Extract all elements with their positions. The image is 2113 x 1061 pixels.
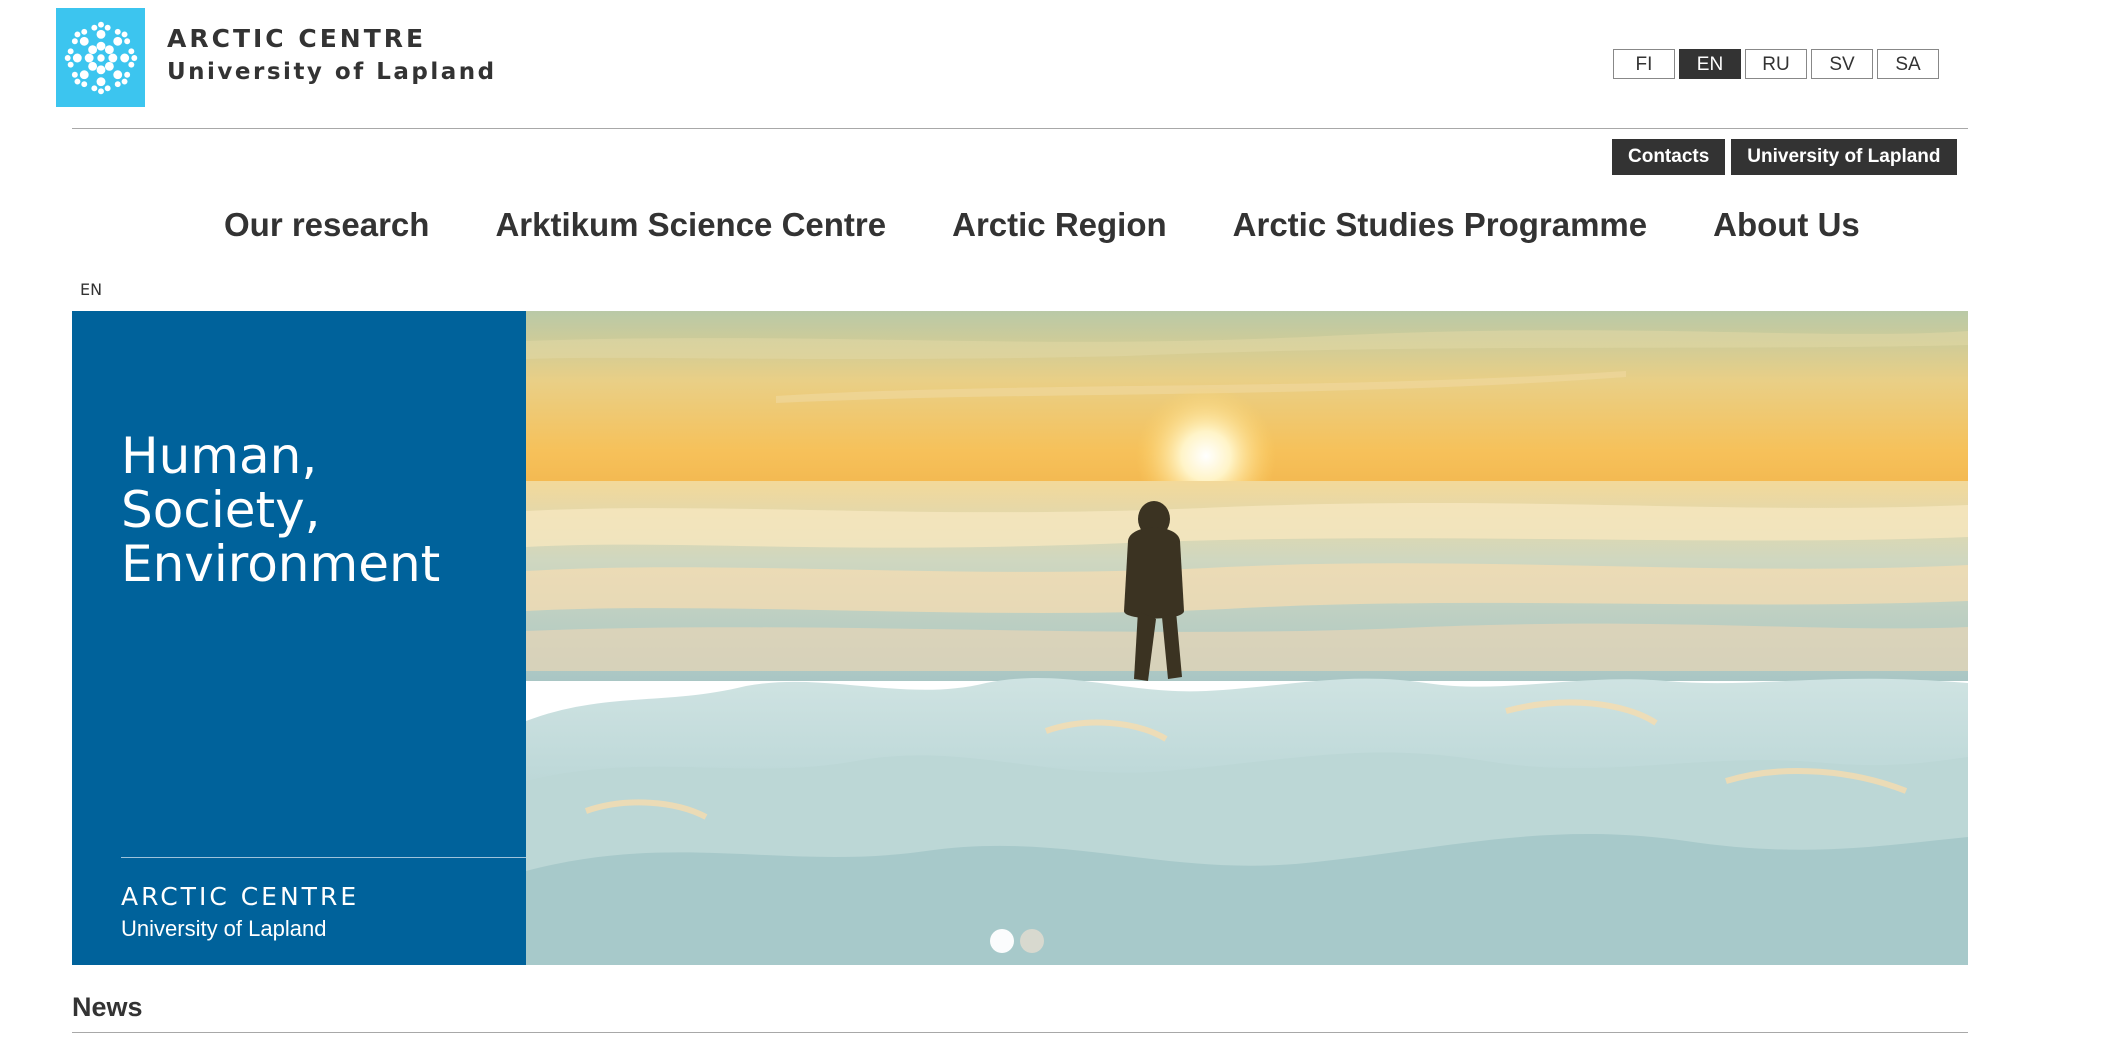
hero-heading: Human, Society, Environment: [121, 429, 521, 591]
lang-ru[interactable]: RU: [1745, 49, 1807, 79]
hero-heading-line: Society,: [121, 481, 321, 539]
news-divider: [72, 1032, 1968, 1033]
hero-brand-subtitle: University of Lapland: [121, 916, 327, 941]
nav-arctic-studies-programme[interactable]: Arctic Studies Programme: [1233, 206, 1647, 244]
lang-en[interactable]: EN: [1679, 49, 1741, 79]
lang-sv[interactable]: SV: [1811, 49, 1873, 79]
nav-about-us[interactable]: About Us: [1713, 206, 1860, 244]
lang-sa[interactable]: SA: [1877, 49, 1939, 79]
university-of-lapland-button[interactable]: University of Lapland: [1731, 139, 1957, 175]
hero-heading-line: Environment: [121, 535, 441, 593]
snowflake-icon: [64, 21, 137, 94]
news-heading: News: [72, 992, 143, 1022]
carousel-dot-2[interactable]: [1020, 929, 1044, 953]
logo[interactable]: [56, 8, 145, 107]
hero-brand-title: ARCTIC CENTRE: [121, 882, 360, 911]
hero-divider: [121, 857, 526, 858]
nav-arktikum-science-centre[interactable]: Arktikum Science Centre: [495, 206, 886, 244]
header-divider: [72, 128, 1968, 129]
language-switcher: FI EN RU SV SA: [1613, 49, 1939, 79]
hero-image[interactable]: [526, 311, 1968, 965]
hero-heading-line: Human,: [121, 427, 318, 485]
current-language-label: EN: [80, 280, 103, 299]
carousel-pagination: [990, 929, 1044, 953]
carousel-dot-1[interactable]: [990, 929, 1014, 953]
nav-arctic-region[interactable]: Arctic Region: [952, 206, 1167, 244]
site-title[interactable]: ARCTIC CENTRE: [167, 24, 426, 53]
contacts-button[interactable]: Contacts: [1612, 139, 1726, 175]
hero-text-panel: Human, Society, Environment ARCTIC CENTR…: [72, 311, 526, 965]
lang-fi[interactable]: FI: [1613, 49, 1675, 79]
quick-links: Contacts University of Lapland: [1612, 139, 1957, 175]
hero-carousel: Human, Society, Environment ARCTIC CENTR…: [72, 311, 1968, 965]
nav-our-research[interactable]: Our research: [224, 206, 429, 244]
main-navigation: Our research Arktikum Science Centre Arc…: [224, 206, 1926, 244]
site-subtitle[interactable]: University of Lapland: [167, 59, 497, 85]
